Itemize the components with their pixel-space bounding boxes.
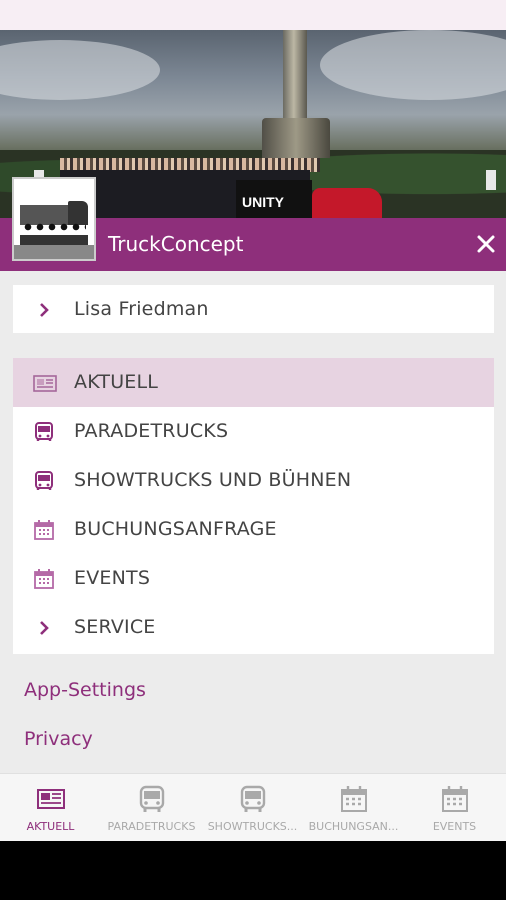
newspaper-icon bbox=[32, 371, 57, 395]
menu-item-buchungsanfrage[interactable]: BUCHUNGSANFRAGE bbox=[13, 505, 494, 554]
victory-column bbox=[283, 30, 307, 130]
calendar-icon bbox=[32, 567, 56, 591]
truck-banner: UNITY bbox=[236, 180, 312, 218]
tab-showtrucks[interactable]: SHOWTRUCKS... bbox=[202, 774, 303, 842]
menu-item-label: SERVICE bbox=[74, 616, 156, 638]
tab-label: EVENTS bbox=[432, 820, 477, 833]
column-base bbox=[262, 118, 330, 158]
logo-base bbox=[14, 245, 94, 259]
tab-buchungsanfrage[interactable]: BUCHUNGSAN... bbox=[303, 774, 404, 842]
privacy-link[interactable]: Privacy bbox=[24, 728, 93, 750]
menu-item-label: AKTUELL bbox=[74, 371, 159, 393]
tab-aktuell[interactable]: AKTUELL bbox=[0, 774, 101, 842]
tab-label: PARADETRUCKS bbox=[107, 820, 196, 833]
chevron-right-icon bbox=[32, 298, 56, 322]
navigation-drawer: Lisa Friedman AKTUELL PARADETRUCKS SHOWT… bbox=[0, 271, 506, 773]
tab-paradetrucks[interactable]: PARADETRUCKS bbox=[101, 774, 202, 842]
menu-item-label: PARADETRUCKS bbox=[74, 420, 229, 442]
calendar-icon bbox=[339, 784, 369, 814]
system-navigation-bar bbox=[0, 841, 506, 900]
status-bar bbox=[0, 0, 506, 30]
bus-icon bbox=[32, 420, 56, 444]
bus-icon bbox=[238, 784, 268, 814]
logo-trailer bbox=[20, 205, 68, 225]
tab-label: AKTUELL bbox=[26, 820, 75, 833]
user-row[interactable]: Lisa Friedman bbox=[13, 285, 494, 334]
logo-text bbox=[20, 235, 88, 245]
app-settings-link[interactable]: App-Settings bbox=[24, 679, 146, 701]
menu-item-paradetrucks[interactable]: PARADETRUCKS bbox=[13, 407, 494, 456]
bus-icon bbox=[32, 469, 56, 493]
close-icon[interactable] bbox=[470, 228, 502, 260]
main-menu: AKTUELL PARADETRUCKS SHOWTRUCKS UND BÜHN… bbox=[13, 358, 494, 654]
menu-item-service[interactable]: SERVICE bbox=[13, 603, 494, 652]
tab-label: SHOWTRUCKS... bbox=[207, 820, 298, 833]
menu-item-aktuell[interactable]: AKTUELL bbox=[13, 358, 494, 407]
app-logo bbox=[12, 177, 96, 261]
newspaper-icon bbox=[36, 784, 66, 814]
cloud bbox=[320, 30, 506, 100]
app-title: TruckConcept bbox=[108, 232, 244, 256]
bus-icon bbox=[137, 784, 167, 814]
bottom-tab-bar: AKTUELL PARADETRUCKS SHOWTRUCKS... BUCHU… bbox=[0, 773, 506, 841]
user-name: Lisa Friedman bbox=[74, 298, 209, 320]
tab-events[interactable]: EVENTS bbox=[404, 774, 505, 842]
cloud bbox=[0, 40, 160, 100]
tab-label: BUCHUNGSAN... bbox=[308, 820, 399, 833]
calendar-icon bbox=[440, 784, 470, 814]
logo-cab bbox=[68, 201, 88, 225]
menu-item-label: EVENTS bbox=[74, 567, 151, 589]
menu-item-label: BUCHUNGSANFRAGE bbox=[74, 518, 277, 540]
truck-cab bbox=[312, 188, 382, 218]
chevron-right-icon bbox=[32, 616, 56, 640]
flag bbox=[486, 170, 496, 190]
menu-item-events[interactable]: EVENTS bbox=[13, 554, 494, 603]
logo-wheels bbox=[22, 223, 86, 231]
menu-item-showtrucks[interactable]: SHOWTRUCKS UND BÜHNEN bbox=[13, 456, 494, 505]
user-profile-item[interactable]: Lisa Friedman bbox=[13, 285, 494, 333]
calendar-icon bbox=[32, 518, 56, 542]
menu-item-label: SHOWTRUCKS UND BÜHNEN bbox=[74, 469, 352, 491]
